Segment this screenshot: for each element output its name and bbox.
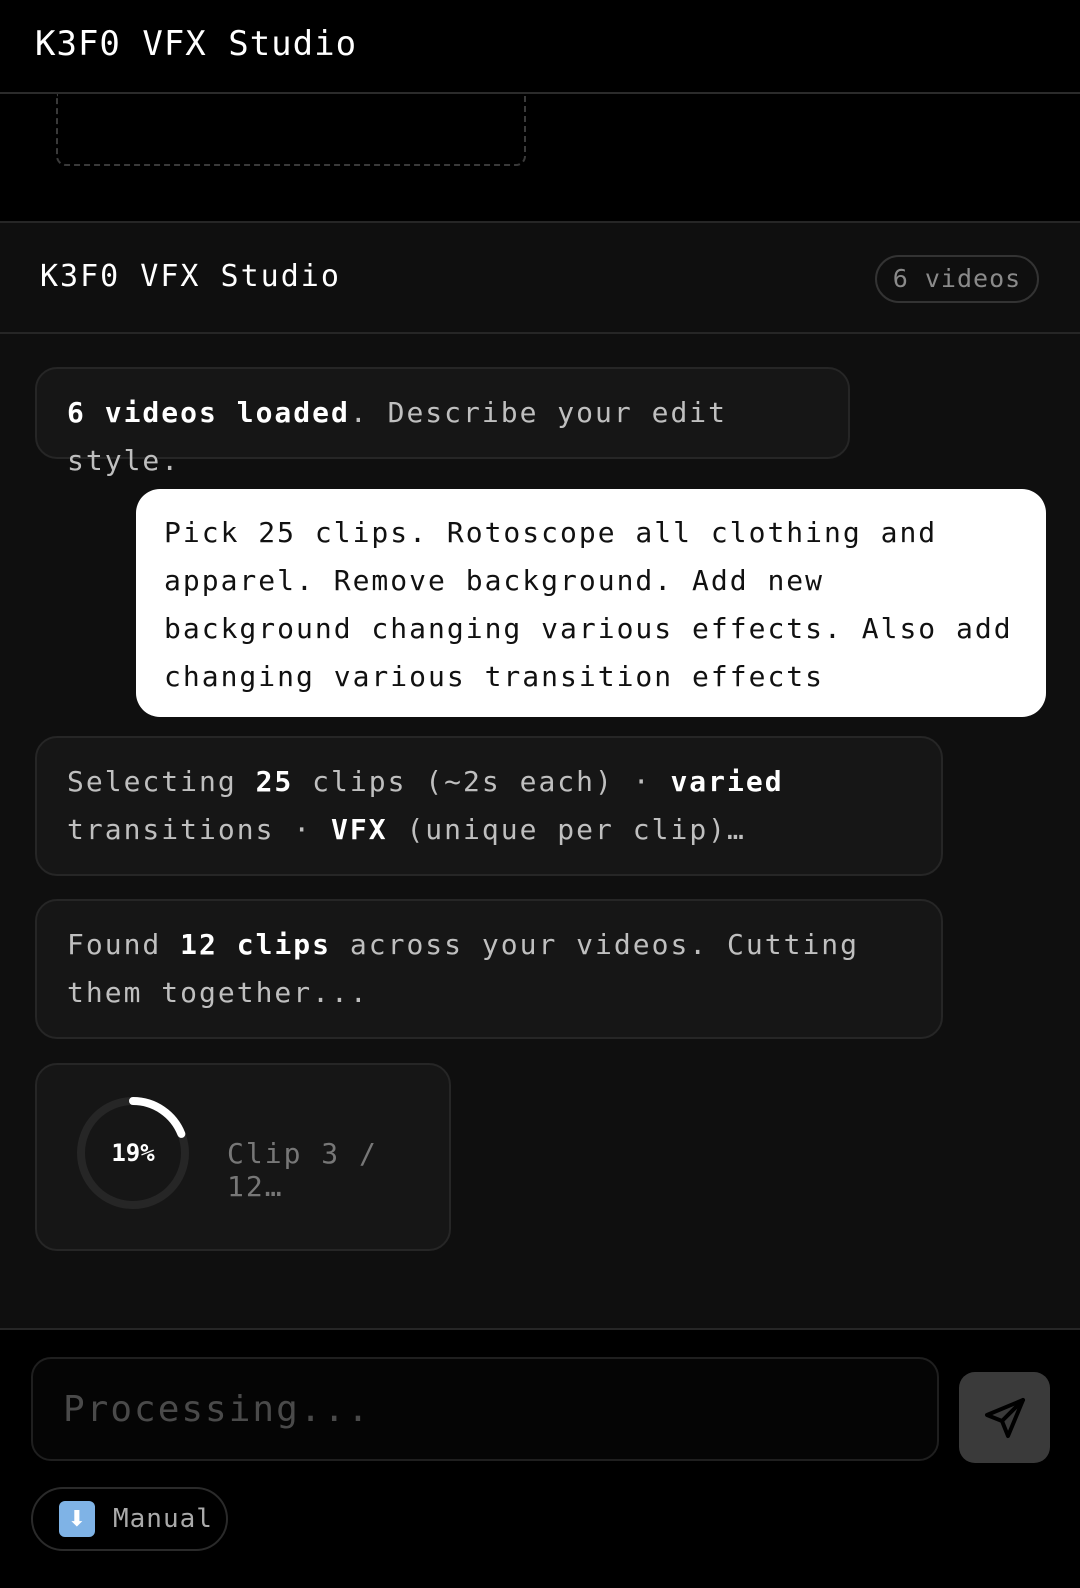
app-header: K3F0 VFX Studio [0, 0, 1080, 94]
assistant-message: Found 12 clips across your videos. Cutti… [35, 899, 943, 1039]
message-text: Found [67, 928, 181, 961]
composer: ⬇ Manual [0, 1328, 1080, 1588]
manual-button[interactable]: ⬇ Manual [31, 1487, 228, 1551]
message-bold-text: VFX [331, 813, 388, 846]
render-progress-card: 19% Clip 3 / 12… [35, 1063, 451, 1251]
message-bold-text: 6 videos loaded [67, 396, 350, 429]
send-icon [984, 1397, 1025, 1438]
send-button[interactable] [959, 1372, 1050, 1463]
message-text: (unique per clip)… [387, 813, 746, 846]
assistant-message: Selecting 25 clips (~2s each) · varied t… [35, 736, 943, 876]
progress-percent: 19% [111, 1139, 155, 1167]
message-bold-text: varied [670, 765, 784, 798]
chat-panel: K3F0 VFX Studio 6 videos 6 videos loaded… [0, 223, 1080, 1328]
message-bold-text: 25 [255, 765, 294, 798]
user-message: Pick 25 clips. Rotoscope all clothing an… [136, 489, 1046, 717]
message-input[interactable] [31, 1357, 939, 1461]
assistant-message: 6 videos loaded. Describe your edit styl… [35, 367, 850, 477]
message-text: clips (~2s each) · [293, 765, 671, 798]
video-dropzone[interactable] [56, 94, 526, 166]
message-text: Selecting [67, 765, 256, 798]
app-title: K3F0 VFX Studio [35, 24, 358, 64]
panel-title: K3F0 VFX Studio [40, 259, 341, 294]
message-text: transitions · [67, 813, 332, 846]
manual-label: Manual [113, 1504, 213, 1534]
download-arrow-icon: ⬇ [59, 1501, 95, 1537]
video-count-badge: 6 videos [875, 255, 1039, 303]
upload-area [0, 94, 1080, 223]
message-bold-text: 12 clips [180, 928, 332, 961]
panel-header: K3F0 VFX Studio 6 videos [0, 223, 1080, 334]
progress-status: Clip 3 / 12… [227, 1137, 378, 1203]
